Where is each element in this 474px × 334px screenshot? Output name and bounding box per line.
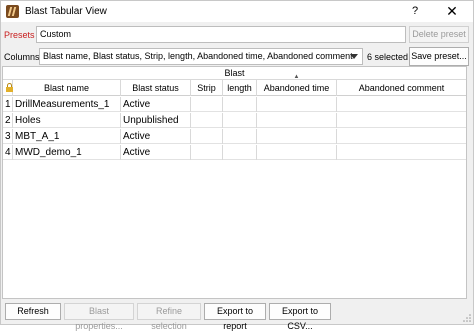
table-row[interactable]: 4 MWD_demo_1 Active — [3, 145, 466, 160]
resize-grip-icon[interactable] — [463, 314, 471, 322]
save-preset-button[interactable]: Save preset... — [409, 47, 469, 66]
cell-length[interactable] — [223, 113, 257, 128]
cell-abandoned-comment[interactable] — [337, 113, 466, 128]
column-header-abandoned-comment[interactable]: Abandoned comment — [337, 80, 466, 96]
refresh-button[interactable]: Refresh — [5, 303, 61, 320]
cell-blast-name[interactable]: DrillMeasurements_1 — [13, 97, 121, 112]
cell-abandoned-time[interactable] — [257, 97, 337, 112]
cell-abandoned-comment[interactable] — [337, 145, 466, 160]
close-button[interactable]: ✕ — [441, 2, 463, 21]
columns-label: Columns — [4, 52, 40, 62]
blast-table[interactable]: Blast Blast name Blast status Strip leng… — [2, 66, 467, 299]
export-to-csv-button[interactable]: Export to CSV... — [269, 303, 331, 331]
presets-input[interactable]: Custom — [36, 26, 406, 43]
cell-blast-status[interactable]: Active — [121, 97, 191, 112]
column-header-abandoned-time[interactable]: ▲ Abandoned time — [257, 74, 337, 96]
dropdown-arrow-icon[interactable] — [350, 54, 358, 59]
row-number[interactable]: 4 — [3, 145, 13, 160]
table-row[interactable]: 1 DrillMeasurements_1 Active — [3, 97, 466, 112]
delete-preset-button[interactable]: Delete preset — [409, 26, 469, 43]
refine-selection-button[interactable]: Refine selection — [137, 303, 201, 331]
cell-blast-name[interactable]: Holes — [13, 113, 121, 128]
blast-properties-button[interactable]: Blast properties... — [64, 303, 134, 331]
help-button[interactable]: ? — [406, 3, 424, 20]
column-header-blast-status[interactable]: Blast status — [121, 80, 191, 96]
presets-label: Presets — [4, 30, 35, 40]
row-number[interactable]: 1 — [3, 97, 13, 112]
cell-abandoned-comment[interactable] — [337, 129, 466, 144]
cell-blast-status[interactable]: Active — [121, 145, 191, 160]
cell-blast-status[interactable]: Active — [121, 129, 191, 144]
column-headers: Blast name Blast status Strip length ▲ A… — [3, 74, 466, 96]
lock-icon — [6, 83, 13, 92]
lock-header-cell[interactable] — [3, 80, 13, 96]
table-row[interactable]: 3 MBT_A_1 Active — [3, 129, 466, 144]
cell-length[interactable] — [223, 97, 257, 112]
blast-tabular-view-window: Blast Tabular View ? ✕ Presets Custom De… — [0, 0, 474, 331]
app-icon — [6, 5, 19, 18]
cell-blast-status[interactable]: Unpublished — [121, 113, 191, 128]
column-header-blast-name[interactable]: Blast name — [13, 80, 121, 96]
cell-abandoned-time[interactable] — [257, 145, 337, 160]
action-bar: Refresh Blast properties... Refine selec… — [1, 302, 474, 331]
columns-select-value: Blast name, Blast status, Strip, length,… — [43, 51, 353, 61]
column-header-abandoned-time-label: Abandoned time — [263, 83, 330, 93]
window-title: Blast Tabular View — [25, 6, 107, 17]
cell-strip[interactable] — [191, 129, 223, 144]
row-number[interactable]: 3 — [3, 129, 13, 144]
row-number[interactable]: 2 — [3, 113, 13, 128]
cell-length[interactable] — [223, 129, 257, 144]
cell-strip[interactable] — [191, 97, 223, 112]
selected-count: 6 selected — [367, 52, 409, 62]
cell-strip[interactable] — [191, 145, 223, 160]
cell-length[interactable] — [223, 145, 257, 160]
cell-abandoned-time[interactable] — [257, 129, 337, 144]
sort-indicator-icon: ▲ — [293, 74, 300, 80]
group-header-blast: Blast — [224, 68, 245, 78]
cell-strip[interactable] — [191, 113, 223, 128]
table-row[interactable]: 2 Holes Unpublished — [3, 113, 466, 128]
cell-abandoned-time[interactable] — [257, 113, 337, 128]
cell-blast-name[interactable]: MBT_A_1 — [13, 129, 121, 144]
cell-blast-name[interactable]: MWD_demo_1 — [13, 145, 121, 160]
column-header-length[interactable]: length — [223, 80, 257, 96]
columns-select[interactable]: Blast name, Blast status, Strip, length,… — [39, 48, 363, 65]
export-to-report-button[interactable]: Export to report — [204, 303, 266, 331]
cell-abandoned-comment[interactable] — [337, 97, 466, 112]
title-bar: Blast Tabular View ? ✕ — [1, 1, 473, 22]
column-header-strip[interactable]: Strip — [191, 80, 223, 96]
